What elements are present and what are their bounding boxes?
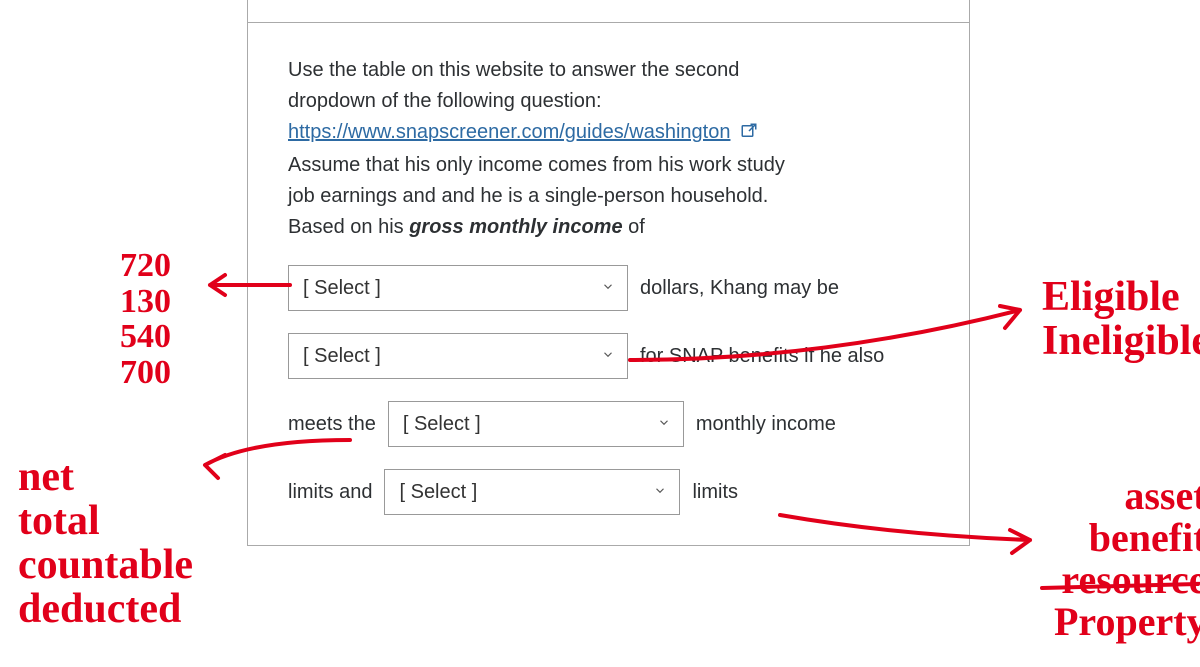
select-2-value: [ Select ] bbox=[303, 341, 381, 372]
select-1-income[interactable]: [ Select ] bbox=[288, 265, 628, 311]
annotation-right-top: Eligible Ineligible bbox=[1042, 275, 1200, 363]
annotation-right-bottom: asset benefit resource Property bbox=[1054, 475, 1200, 643]
text-after-2: for SNAP benefits if he also bbox=[640, 341, 884, 372]
annotation-left-words: net total countable deducted bbox=[18, 455, 193, 631]
text-after-1: dollars, Khang may be bbox=[640, 273, 839, 304]
external-link-icon bbox=[740, 119, 758, 150]
monthly-income: monthly income bbox=[696, 409, 836, 440]
intro-text-2: dropdown of the following question: bbox=[288, 90, 602, 112]
intro-text-1: Use the table on this website to answer … bbox=[288, 59, 739, 81]
assume-text-2: job earnings and and he is a single-pers… bbox=[288, 185, 768, 207]
panel-divider bbox=[248, 0, 969, 23]
reference-link[interactable]: https://www.snapscreener.com/guides/wash… bbox=[288, 121, 730, 143]
annotation-left-numbers: 720 130 540 700 bbox=[120, 248, 171, 391]
based-on-suffix: of bbox=[623, 216, 645, 238]
chevron-down-icon bbox=[601, 341, 615, 372]
question-panel: Use the table on this website to answer … bbox=[247, 0, 970, 546]
limits: limits bbox=[692, 477, 738, 508]
row-4: limits and [ Select ] limits bbox=[288, 469, 929, 515]
row-2: [ Select ] for SNAP benefits if he also bbox=[288, 333, 929, 379]
select-3-income-type[interactable]: [ Select ] bbox=[388, 401, 684, 447]
row-3: meets the [ Select ] monthly income bbox=[288, 401, 929, 447]
based-on-bold: gross monthly income bbox=[409, 216, 622, 238]
meets-the: meets the bbox=[288, 409, 376, 440]
limits-and: limits and bbox=[288, 477, 372, 508]
assume-text-1: Assume that his only income comes from h… bbox=[288, 154, 785, 176]
select-4-value: [ Select ] bbox=[399, 477, 477, 508]
select-3-value: [ Select ] bbox=[403, 409, 481, 440]
select-4-limit-type[interactable]: [ Select ] bbox=[384, 469, 680, 515]
chevron-down-icon bbox=[657, 409, 671, 440]
question-content: Use the table on this website to answer … bbox=[248, 23, 969, 545]
chevron-down-icon bbox=[601, 273, 615, 304]
select-2-eligibility[interactable]: [ Select ] bbox=[288, 333, 628, 379]
chevron-down-icon bbox=[653, 477, 667, 508]
row-1: [ Select ] dollars, Khang may be bbox=[288, 265, 929, 311]
based-on-prefix: Based on his bbox=[288, 216, 409, 238]
select-1-value: [ Select ] bbox=[303, 273, 381, 304]
